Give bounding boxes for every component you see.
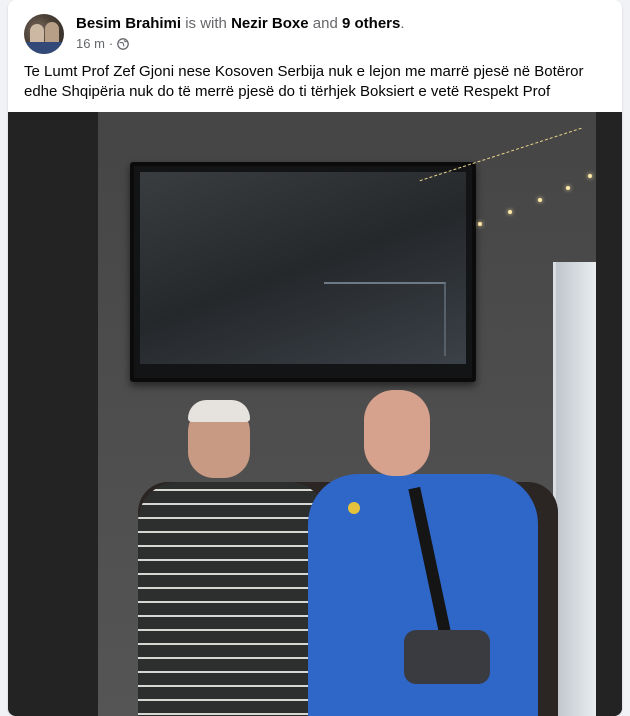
string-lights	[419, 127, 596, 258]
globe-icon[interactable]	[117, 37, 130, 50]
window-frame	[553, 262, 596, 716]
post-card: Besim Brahimi is with Nezir Boxe and 9 o…	[8, 0, 622, 716]
post-header: Besim Brahimi is with Nezir Boxe and 9 o…	[24, 14, 604, 54]
author-avatar[interactable]	[24, 14, 64, 54]
post-title-line: Besim Brahimi is with Nezir Boxe and 9 o…	[76, 15, 405, 32]
person-right	[308, 390, 538, 716]
photo-letterbox-left	[8, 112, 98, 716]
title-period: .	[400, 15, 405, 32]
others-link[interactable]: 9 others	[342, 15, 400, 32]
meta-separator: ·	[108, 36, 114, 51]
author-name-link[interactable]: Besim Brahimi	[76, 15, 181, 32]
photo-scene	[98, 112, 596, 716]
photo-letterbox-right	[596, 112, 622, 716]
tagged-person-link[interactable]: Nezir Boxe	[231, 15, 309, 32]
post-photo[interactable]	[8, 112, 622, 716]
post-time-link[interactable]: 16 m	[76, 36, 105, 51]
with-text: is with	[185, 15, 227, 32]
post-meta: 16 m ·	[76, 36, 130, 51]
and-text: and	[312, 15, 338, 32]
post-body-text: Te Lumt Prof Zef Gjoni nese Kosoven Serb…	[24, 63, 584, 100]
